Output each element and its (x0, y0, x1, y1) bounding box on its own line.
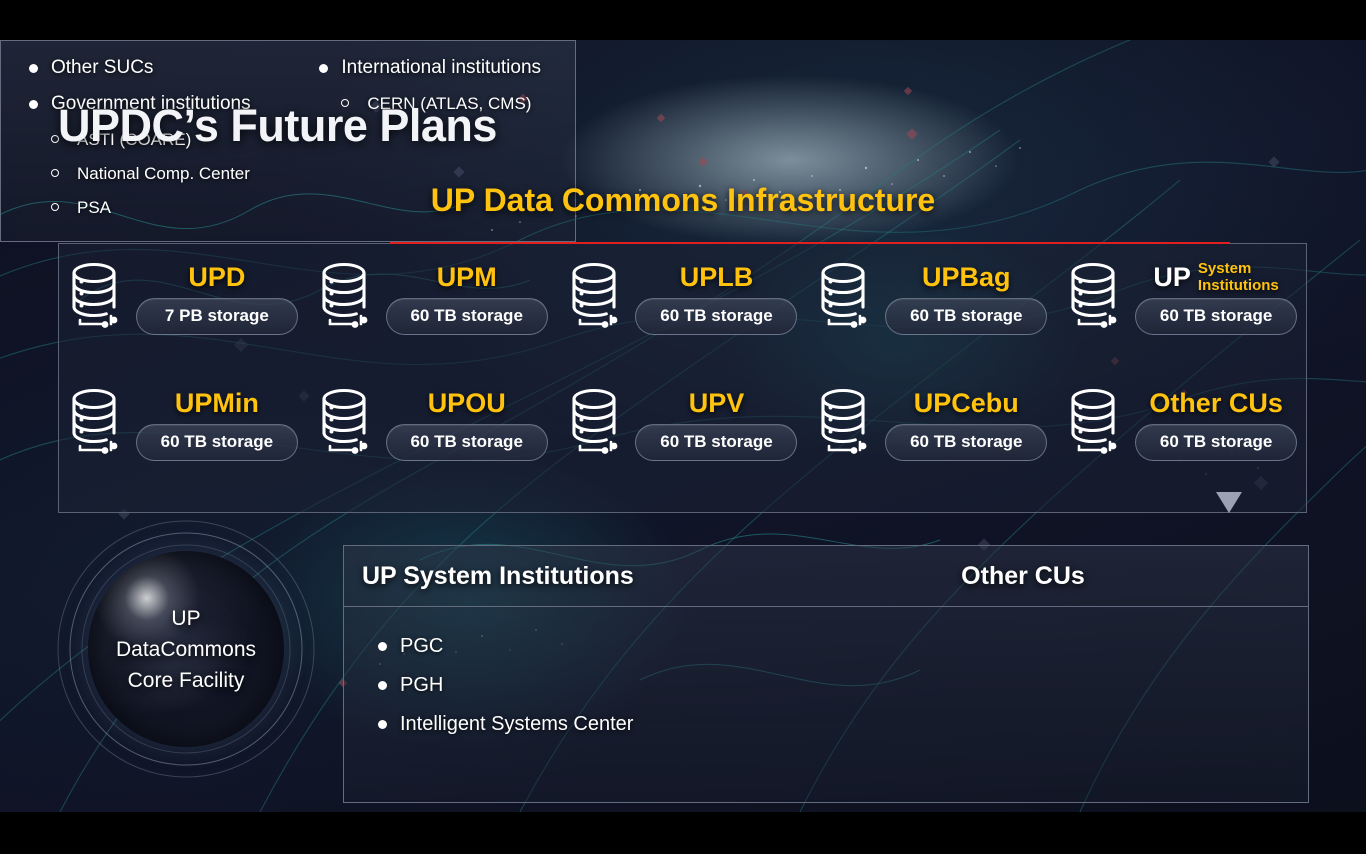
list-item: Other SUCs (23, 57, 309, 79)
core-facility-node[interactable]: UP DataCommons Core Facility (55, 518, 317, 780)
infrastructure-grid-panel: UPD 7 PB storage UPM 60 TB storage UPLB … (58, 243, 1307, 513)
page-title: UPDC’s Future Plans (58, 100, 497, 151)
storage-pill: 60 TB storage (885, 298, 1048, 335)
database-icon (1071, 262, 1117, 328)
node-label: UPOU (427, 388, 506, 418)
other-cus-title-wrap: Other CUs (736, 546, 1310, 606)
database-icon (322, 388, 368, 454)
core-label-line1: UP (171, 606, 201, 630)
list-item: PGH (372, 674, 736, 696)
storage-pill: 60 TB storage (385, 424, 548, 461)
accent-rule (390, 242, 1230, 244)
node-label-sub: System Institutions (1198, 260, 1279, 294)
node-label: UPV (688, 388, 745, 418)
storage-pill: 60 TB storage (635, 298, 798, 335)
node-body: UPBag 60 TB storage (874, 258, 1058, 335)
up-system-institutions-body: PGC PGH Intelligent Systems Center (344, 607, 736, 803)
database-icon (572, 388, 617, 454)
core-facility-label: UP DataCommons Core Facility (116, 603, 256, 696)
node-upmin[interactable]: UPMin 60 TB storage (59, 384, 309, 461)
up-system-institutions-title-wrap: UP System Institutions (362, 562, 754, 591)
storage-pill: 60 TB storage (135, 424, 298, 461)
up-system-institutions-list: PGC PGH Intelligent Systems Center (372, 635, 736, 735)
storage-pill: 60 TB storage (1135, 424, 1298, 461)
node-uplb[interactable]: UPLB 60 TB storage (559, 258, 809, 335)
node-upm[interactable]: UPM 60 TB storage (309, 258, 559, 335)
database-icon (821, 262, 867, 328)
node-body: UPV 60 TB storage (625, 384, 809, 461)
node-label-main: UP (1153, 262, 1191, 292)
storage-pill: 60 TB storage (635, 424, 798, 461)
list-item: International institutions (313, 57, 575, 79)
panel-header-row: UP System Institutions Other CUs (344, 546, 1308, 607)
node-label: UPBag (922, 262, 1011, 292)
node-body: UPMin 60 TB storage (125, 384, 309, 461)
node-body: UPLB 60 TB storage (625, 258, 809, 335)
node-body: UPM 60 TB storage (375, 258, 559, 335)
up-system-institutions-panel: UP System Institutions Other CUs PGC PGH… (343, 545, 1309, 803)
node-row: UPD 7 PB storage UPM 60 TB storage UPLB … (59, 258, 1308, 335)
node-label: UP System Institutions (1153, 260, 1278, 294)
storage-pill: 7 PB storage (135, 298, 298, 335)
node-label: UPLB (679, 262, 754, 292)
node-upou[interactable]: UPOU 60 TB storage (309, 384, 559, 461)
node-label-sub-line1: System (1197, 260, 1252, 277)
storage-pill: 60 TB storage (385, 298, 548, 335)
node-body: UPOU 60 TB storage (375, 384, 559, 461)
node-upv[interactable]: UPV 60 TB storage (559, 384, 809, 461)
down-arrow-icon (1216, 492, 1242, 513)
node-label: UPD (188, 262, 246, 292)
core-label-line3: Core Facility (127, 668, 245, 692)
database-icon (72, 388, 118, 454)
node-row: UPMin 60 TB storage UPOU 60 TB storage U… (59, 384, 1308, 461)
storage-pill: 60 TB storage (885, 424, 1048, 461)
node-label-sub-line2: Institutions (1197, 277, 1279, 294)
up-system-institutions-title: UP System Institutions (362, 561, 634, 590)
slide-stage: UPDC’s Future Plans UP Data Commons Infr… (0, 0, 1366, 854)
list-item: Intelligent Systems Center (372, 713, 736, 735)
storage-pill: 60 TB storage (1135, 298, 1298, 335)
letterbox-bottom (0, 812, 1366, 854)
database-icon (572, 262, 617, 328)
node-other-cus[interactable]: Other CUs 60 TB storage (1058, 384, 1308, 461)
other-cus-title: Other CUs (961, 561, 1085, 590)
core-label-line2: DataCommons (115, 637, 257, 661)
node-upcebu[interactable]: UPCebu 60 TB storage (808, 384, 1058, 461)
node-label: Other CUs (1149, 388, 1283, 418)
slide-canvas: UPDC’s Future Plans UP Data Commons Infr… (0, 40, 1366, 812)
node-label: UPCebu (913, 388, 1019, 418)
node-up-system-institutions[interactable]: UP System Institutions 60 TB storage (1058, 258, 1308, 335)
database-icon (1071, 388, 1117, 454)
node-body: Other CUs 60 TB storage (1124, 384, 1308, 461)
core-facility-sphere: UP DataCommons Core Facility (88, 551, 284, 747)
node-body: UPD 7 PB storage (125, 258, 309, 335)
node-body: UP System Institutions 60 TB storage (1124, 258, 1308, 335)
database-icon (821, 388, 867, 454)
node-upd[interactable]: UPD 7 PB storage (59, 258, 309, 335)
node-label: UPMin (174, 388, 259, 418)
node-label: UPM (436, 262, 497, 292)
database-icon (72, 262, 118, 328)
database-icon (322, 262, 368, 328)
list-item: PGC (372, 635, 736, 657)
letterbox-top (0, 0, 1366, 40)
section-title: UP Data Commons Infrastructure (430, 182, 936, 218)
node-upbag[interactable]: UPBag 60 TB storage (808, 258, 1058, 335)
node-body: UPCebu 60 TB storage (874, 384, 1058, 461)
